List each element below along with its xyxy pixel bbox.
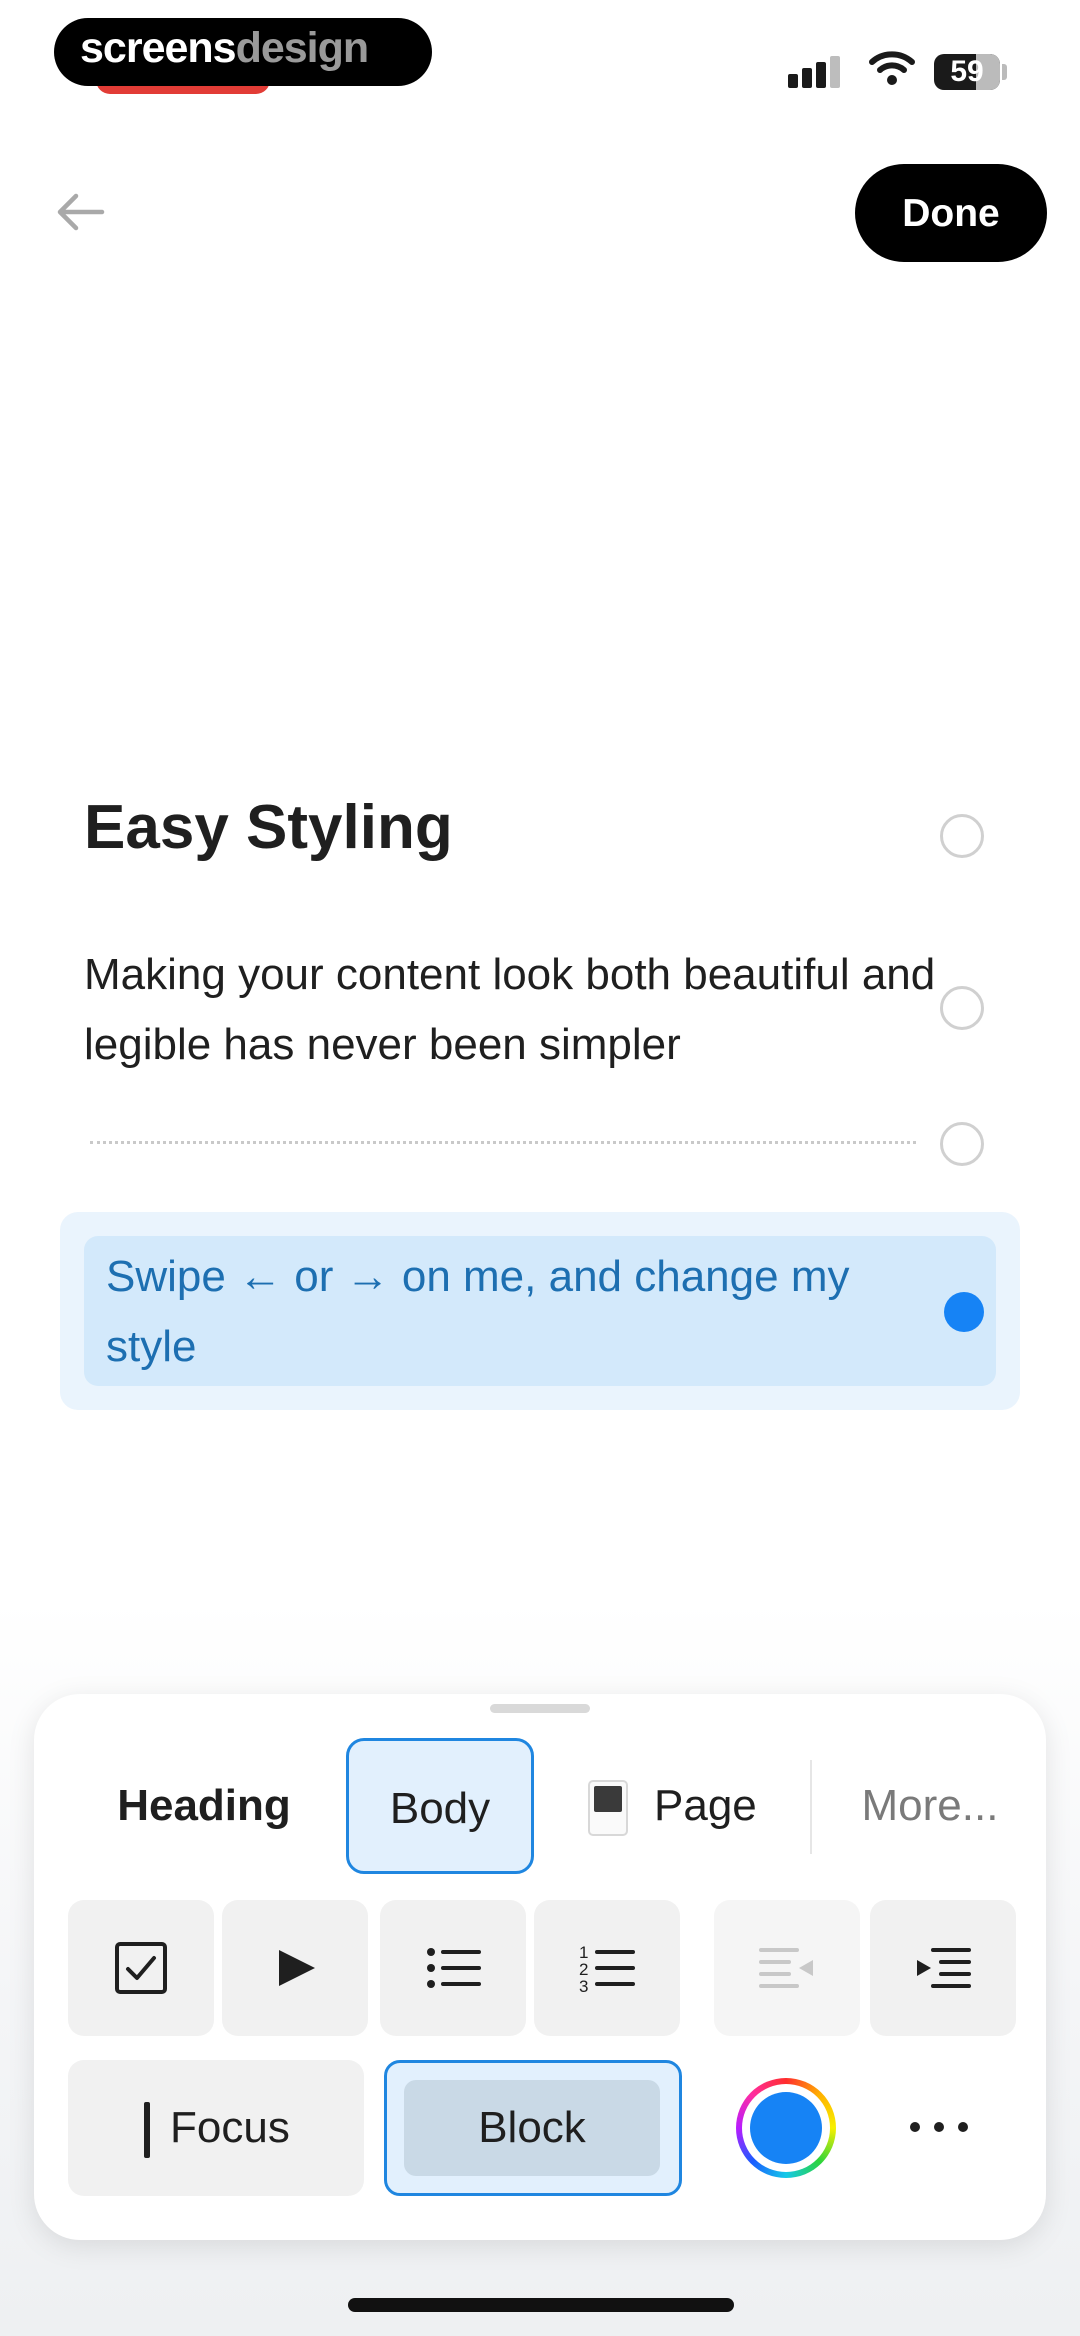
style-body-option[interactable]: Body (346, 1738, 534, 1874)
home-indicator[interactable] (348, 2298, 734, 2312)
body-style-radio[interactable] (940, 986, 984, 1030)
wifi-icon (868, 48, 916, 98)
outdent-icon (759, 1948, 813, 1988)
battery-indicator: 59 (934, 54, 1000, 90)
toggle-button[interactable] (222, 1900, 368, 2036)
checkbox-button[interactable] (68, 1900, 214, 2036)
watermark-text: screensdesign (80, 24, 369, 72)
done-button[interactable]: Done (855, 164, 1047, 262)
style-more-option[interactable]: More... (834, 1738, 1026, 1874)
indent-button[interactable] (870, 1900, 1016, 2036)
outdent-button[interactable] (714, 1900, 860, 2036)
signal-icon (788, 48, 848, 98)
battery-cap (1002, 64, 1007, 80)
divider-style-radio[interactable] (940, 1122, 984, 1166)
style-heading-option[interactable]: Heading (92, 1738, 316, 1874)
numbered-list-icon: 1 2 3 (579, 1943, 635, 1996)
color-picker-icon[interactable] (736, 2078, 836, 2178)
back-arrow-icon[interactable] (52, 184, 108, 240)
bullet-list-button[interactable] (380, 1900, 526, 2036)
heading-text[interactable]: Easy Styling (84, 792, 453, 863)
style-page-option[interactable]: Page (654, 1738, 757, 1874)
svg-text:3: 3 (579, 1977, 588, 1996)
block-text[interactable]: Swipe ← or → on me, and change my style (106, 1242, 906, 1382)
toolbar-divider (810, 1760, 812, 1854)
selected-radio[interactable] (944, 1292, 984, 1332)
divider-dotted[interactable] (90, 1141, 916, 1144)
drag-handle[interactable] (490, 1704, 590, 1713)
indent-icon (917, 1948, 971, 1988)
page-icon (588, 1780, 628, 1836)
checkbox-icon (115, 1942, 167, 1994)
play-toggle-icon (279, 1950, 315, 1986)
numbered-list-button[interactable]: 1 2 3 (534, 1900, 680, 2036)
focus-bar-icon (144, 2102, 150, 2158)
bullet-list-icon (427, 1948, 481, 1988)
block-label: Block (404, 2080, 660, 2176)
body-paragraph[interactable]: Making your content look both beautiful … (84, 940, 944, 1080)
more-icon[interactable] (906, 2112, 976, 2142)
heading-style-radio[interactable] (940, 814, 984, 858)
focus-label: Focus (170, 2103, 290, 2152)
